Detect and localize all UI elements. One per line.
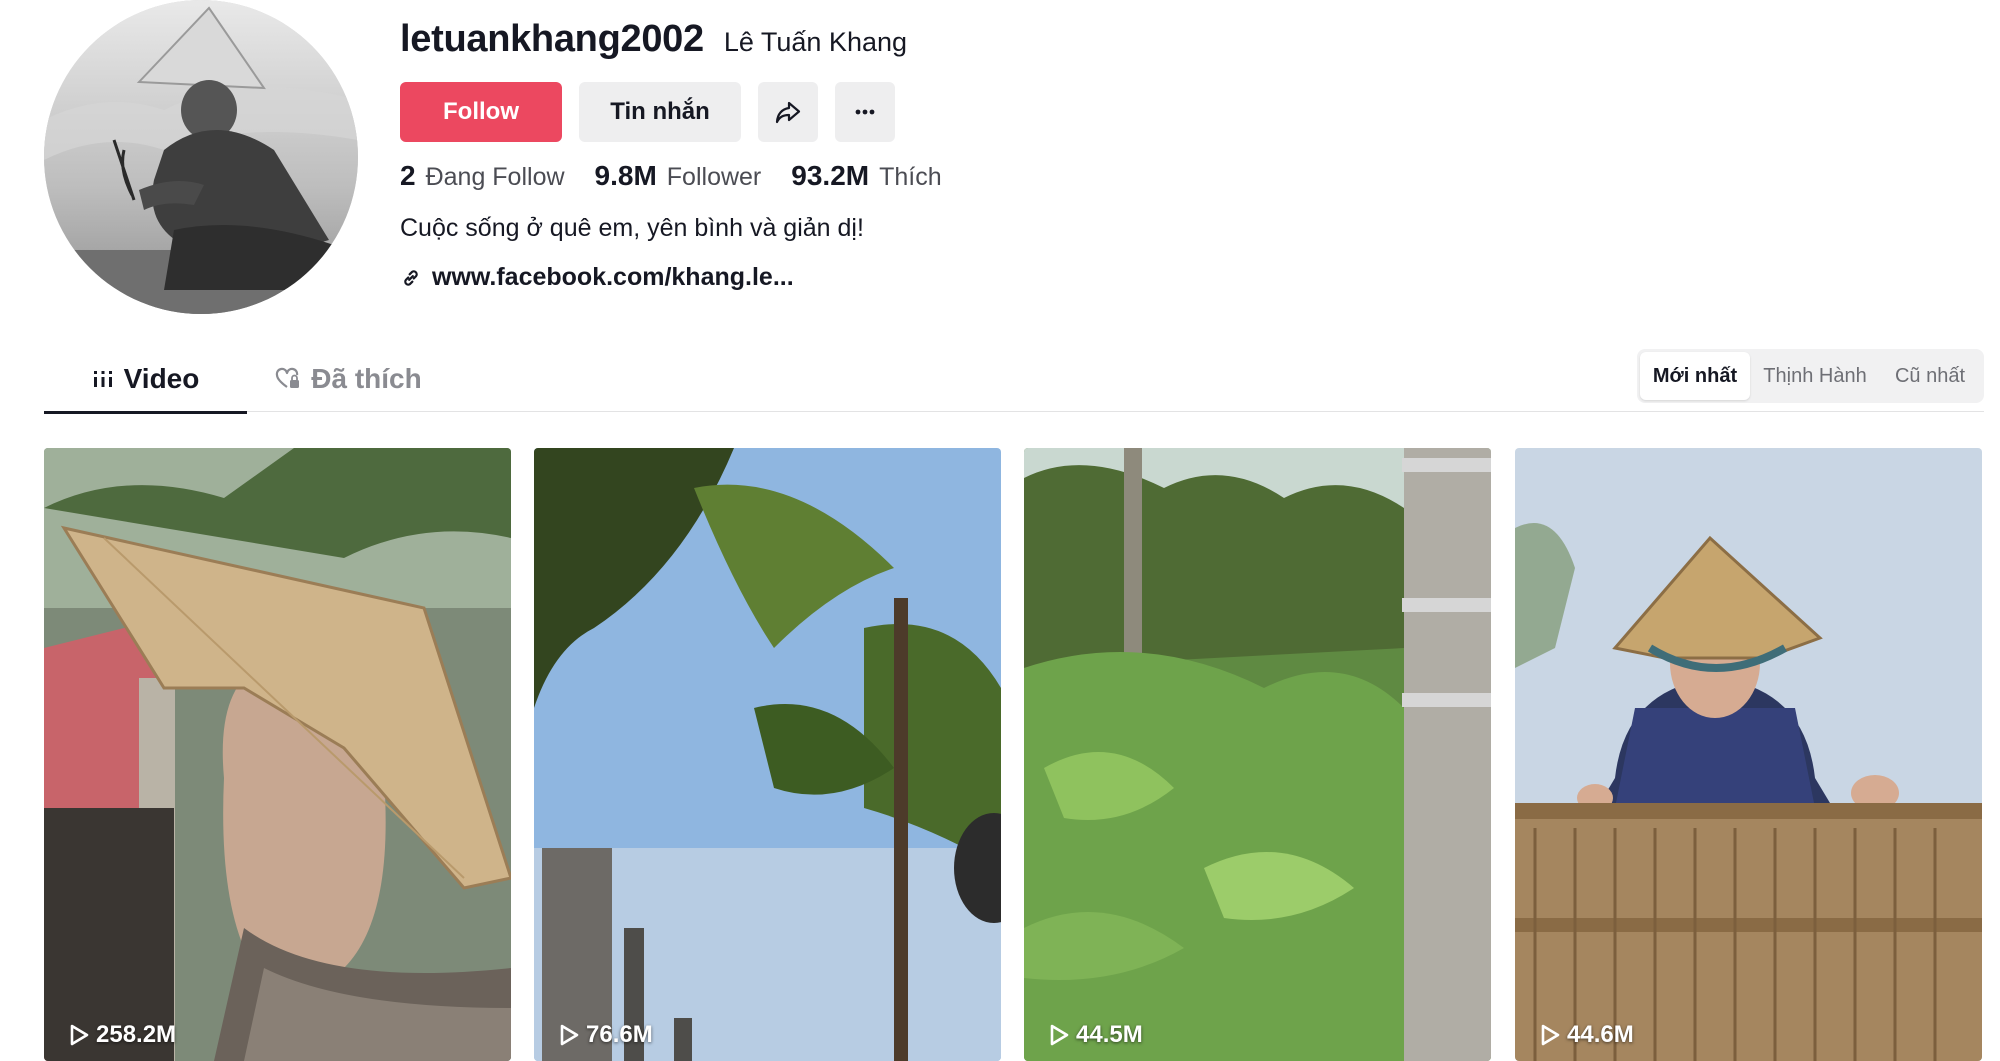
- more-icon: [850, 97, 880, 127]
- video-card[interactable]: 258.2M: [44, 448, 511, 1061]
- link-text: www.facebook.com/khang.le...: [432, 263, 794, 291]
- avatar-photo: [44, 0, 358, 314]
- stat-likes: 93.2M Thích: [791, 160, 941, 192]
- tab-active-indicator: [44, 411, 247, 414]
- stat-value: 2: [400, 160, 416, 191]
- view-count-text: 258.2M: [96, 1021, 177, 1048]
- play-icon: [68, 1023, 90, 1047]
- tab-label: Video: [123, 362, 200, 394]
- view-count: 258.2M: [68, 1021, 176, 1049]
- avatar[interactable]: [44, 0, 358, 314]
- view-count-text: 44.5M: [1076, 1021, 1143, 1048]
- play-icon: [558, 1023, 580, 1047]
- grid-icon: [92, 368, 114, 390]
- message-button[interactable]: Tin nhắn: [579, 82, 741, 142]
- profile-actions: Follow Tin nhắn: [400, 82, 895, 142]
- share-button[interactable]: [758, 82, 818, 142]
- sort-control: Mới nhất Thịnh Hành Cũ nhất: [1637, 349, 1984, 403]
- stat-followers[interactable]: 9.8M Follower: [595, 160, 762, 192]
- video-thumbnail: [1024, 448, 1491, 1061]
- profile-link[interactable]: www.facebook.com/khang.le...: [400, 263, 794, 292]
- video-card[interactable]: 44.5M: [1024, 448, 1491, 1061]
- view-count: 76.6M: [558, 1021, 653, 1049]
- sort-oldest[interactable]: Cũ nhất: [1880, 352, 1980, 400]
- stat-value: 93.2M: [791, 160, 870, 191]
- profile-page: letuankhang2002 Lê Tuấn Khang Follow Tin…: [0, 0, 2000, 1061]
- nickname: Lê Tuấn Khang: [723, 27, 908, 57]
- tab-video[interactable]: Video: [44, 345, 247, 414]
- stat-value: 9.8M: [594, 160, 657, 191]
- view-count-text: 76.6M: [586, 1021, 653, 1048]
- sort-newest[interactable]: Mới nhất: [1640, 352, 1750, 400]
- sort-trending[interactable]: Thịnh Hành: [1750, 352, 1880, 400]
- more-button[interactable]: [835, 82, 895, 142]
- profile-stats: 2 Đang Follow 9.8M Follower 93.2M Thích: [400, 160, 972, 192]
- video-thumbnail: [1515, 448, 1982, 1061]
- follow-button[interactable]: Follow: [400, 82, 562, 142]
- video-thumbnail: [44, 448, 511, 1061]
- play-icon: [1539, 1023, 1561, 1047]
- link-icon: [400, 266, 424, 290]
- stat-label: Đang Follow: [425, 163, 565, 191]
- view-count: 44.6M: [1539, 1021, 1634, 1049]
- heart-lock-icon: [275, 367, 301, 391]
- tab-liked[interactable]: Đã thích: [247, 345, 450, 412]
- video-card[interactable]: 44.6M: [1515, 448, 1982, 1061]
- play-icon: [1048, 1023, 1070, 1047]
- video-thumbnail: [534, 448, 1001, 1061]
- share-icon: [773, 97, 803, 127]
- name-row: letuankhang2002 Lê Tuấn Khang: [400, 18, 907, 61]
- stat-following[interactable]: 2 Đang Follow: [400, 160, 565, 192]
- stat-label: Follower: [666, 163, 762, 191]
- view-count-text: 44.6M: [1567, 1021, 1634, 1048]
- video-card[interactable]: 76.6M: [534, 448, 1001, 1061]
- tab-label: Đã thích: [311, 362, 422, 394]
- stat-label: Thích: [879, 163, 942, 191]
- view-count: 44.5M: [1048, 1021, 1143, 1049]
- profile-bio: Cuộc sống ở quê em, yên bình và giản dị!: [400, 214, 864, 242]
- username: letuankhang2002: [400, 18, 704, 60]
